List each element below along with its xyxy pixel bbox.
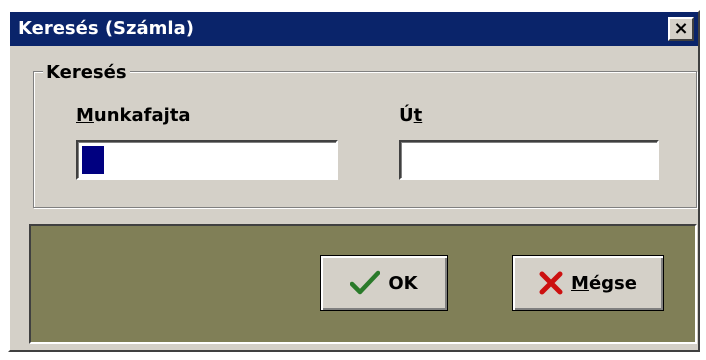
checkmark-icon (350, 270, 381, 295)
search-dialog: Keresés (Számla) × Keresés Munkafajta Út… (8, 10, 700, 352)
close-button[interactable]: × (668, 17, 694, 41)
ut-label: Út (399, 105, 422, 127)
title-bar[interactable]: Keresés (Számla) × (10, 12, 698, 46)
ut-label-text: Ú (399, 105, 414, 126)
cancel-label-text: égse (588, 272, 637, 294)
close-icon: × (673, 18, 689, 39)
window-title: Keresés (Számla) (18, 18, 194, 39)
text-cursor (82, 146, 104, 174)
munkafajta-label: Munkafajta (76, 105, 191, 127)
ok-button[interactable]: OK (320, 255, 448, 311)
munkafajta-input[interactable] (76, 140, 338, 180)
search-group-title: Keresés (43, 62, 130, 84)
munkafajta-label-text: unkafajta (93, 105, 191, 126)
cancel-label: Mégse (571, 273, 637, 294)
cancel-button[interactable]: Mégse (512, 255, 664, 311)
ut-label-accesskey: t (413, 105, 423, 126)
ut-input[interactable] (399, 140, 659, 180)
cancel-label-accesskey: M (571, 272, 589, 294)
ok-label: OK (388, 272, 418, 294)
x-icon (539, 271, 563, 295)
munkafajta-label-accesskey: M (76, 105, 94, 126)
